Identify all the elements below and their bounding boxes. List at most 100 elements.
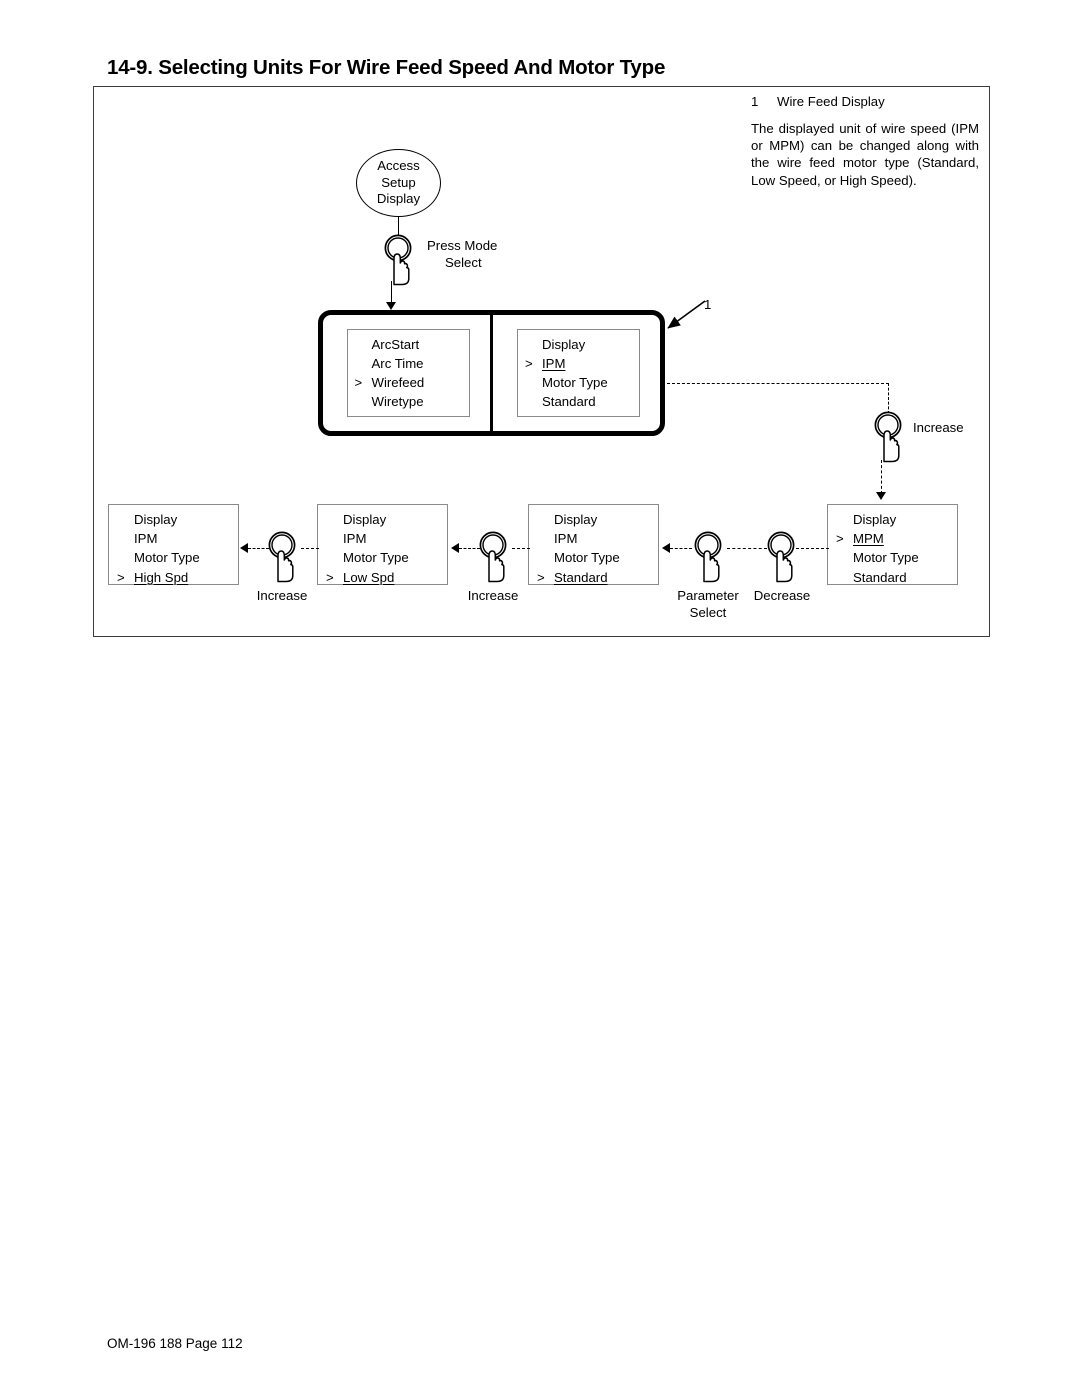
arrow-into-mpm-screen: [876, 492, 886, 500]
menu-row: > Low Spd: [324, 568, 447, 587]
arrow-into-low-spd-screen: [451, 543, 459, 553]
mode-select-knob-icon[interactable]: [381, 234, 415, 286]
row-text: IPM: [554, 531, 578, 547]
connector-right-down-to-increase: [888, 383, 889, 414]
row-text: Standard: [554, 569, 608, 585]
row-marker: [353, 392, 372, 411]
row-text: IPM: [542, 355, 566, 371]
menu-row: Motor Type: [115, 548, 238, 567]
connector-increase-left-to-high-spd: [248, 548, 269, 549]
panel-left-half: ArcStart Arc Time > Wirefeed Wiretype: [323, 315, 493, 431]
menu-screen-arcstart: ArcStart Arc Time > Wirefeed Wiretype: [346, 328, 470, 418]
menu-row: Display: [535, 510, 658, 529]
increase-label-top: Increase: [913, 420, 964, 435]
row-text: Display: [134, 512, 178, 527]
row-text: IPM: [134, 531, 158, 547]
arrow-into-standard-screen: [662, 543, 670, 553]
row-marker: [324, 510, 343, 529]
arrow-into-high-spd-screen: [240, 543, 248, 553]
row-text: Display: [554, 512, 598, 527]
row-text: Display: [853, 512, 897, 527]
parameter-select-knob-icon[interactable]: [691, 531, 725, 583]
wire-feed-display-panel: ArcStart Arc Time > Wirefeed Wiretype Di…: [318, 310, 665, 436]
row-marker: >: [354, 375, 363, 390]
menu-row: Display: [115, 510, 238, 529]
row-text: Wirefeed: [371, 375, 425, 390]
menu-row: Display: [834, 510, 957, 529]
panel-callout-leader: [667, 300, 706, 329]
row-marker: [834, 568, 853, 587]
menu-row: Arc Time: [353, 354, 469, 373]
oval-line-1: Access: [377, 158, 420, 174]
row-text: Display: [343, 512, 387, 527]
row-marker: [834, 548, 853, 567]
row-marker: [324, 548, 343, 567]
row-marker: >: [525, 355, 533, 371]
row-text: ArcStart: [371, 336, 420, 352]
row-marker: >: [117, 569, 125, 585]
connector-standard-to-increase-mid: [512, 548, 530, 549]
page-title: 14-9. Selecting Units For Wire Feed Spee…: [107, 56, 666, 79]
row-marker: [353, 354, 372, 373]
row-text: High Spd: [134, 569, 189, 585]
row-marker: [324, 529, 343, 548]
menu-row: IPM: [535, 529, 658, 548]
menu-row: Motor Type: [834, 548, 957, 567]
legend-number: 1: [751, 94, 759, 109]
menu-row: Motor Type: [523, 373, 639, 392]
row-marker: >: [326, 569, 334, 585]
decrease-label: Decrease: [753, 588, 811, 603]
row-marker: [115, 510, 134, 529]
menu-row: Display: [324, 510, 447, 529]
menu-row: > High Spd: [115, 568, 238, 587]
menu-row: Wiretype: [353, 392, 469, 411]
legend-title: Wire Feed Display: [777, 94, 885, 109]
menu-row: Standard: [834, 568, 957, 587]
increase-knob-icon-left[interactable]: [265, 531, 299, 583]
menu-row: Motor Type: [324, 548, 447, 567]
increase-knob-icon-top[interactable]: [871, 411, 905, 463]
row-text: Standard: [853, 569, 907, 585]
menu-row: Standard: [523, 392, 639, 411]
row-marker: [115, 548, 134, 567]
decrease-knob-icon[interactable]: [764, 531, 798, 583]
connector-panel-to-right: [667, 383, 889, 384]
menu-screen-standard: Display IPM Motor Type > Standard: [528, 504, 659, 585]
row-text: Motor Type: [542, 375, 608, 390]
row-text: Wiretype: [371, 394, 424, 410]
row-text: Motor Type: [853, 550, 919, 566]
row-marker: [353, 335, 372, 354]
connector-low-spd-to-increase-left: [301, 548, 319, 549]
increase-knob-icon-mid[interactable]: [476, 531, 510, 583]
manual-page: 14-9. Selecting Units For Wire Feed Spee…: [0, 0, 1080, 1397]
menu-row: Motor Type: [535, 548, 658, 567]
menu-row: Display: [523, 335, 639, 354]
oval-line-3: Display: [376, 191, 421, 207]
menu-row: IPM: [115, 529, 238, 548]
row-marker: [523, 392, 542, 411]
row-text: MPM: [853, 531, 884, 547]
row-marker: [115, 529, 134, 548]
row-text: Motor Type: [134, 550, 200, 566]
access-setup-display-oval: Access Setup Display: [356, 149, 441, 217]
connector-increase-mid-to-low-spd: [459, 548, 480, 549]
row-marker: >: [836, 531, 844, 547]
connector-mode-select-to-panel: [391, 281, 392, 304]
row-text: IPM: [343, 531, 367, 547]
row-text: Standard: [542, 394, 596, 410]
connector-increase-to-mpm: [881, 460, 882, 494]
row-marker: [523, 335, 542, 354]
mode-select-label: Press Mode Select: [427, 238, 498, 270]
connector-decrease-to-parameter-select: [727, 548, 767, 549]
row-marker: [523, 373, 542, 392]
row-marker: [834, 510, 853, 529]
menu-row: > Wirefeed: [353, 373, 469, 392]
increase-label-left: Increase: [256, 588, 308, 603]
row-marker: [535, 510, 554, 529]
legend-heading: 1 Wire Feed Display: [751, 94, 979, 109]
row-marker: [535, 529, 554, 548]
row-text: Display: [542, 336, 586, 352]
arrow-into-panel: [386, 302, 396, 310]
legend-body: The displayed unit of wire speed (IPM or…: [751, 121, 979, 188]
row-text: Motor Type: [554, 550, 620, 566]
